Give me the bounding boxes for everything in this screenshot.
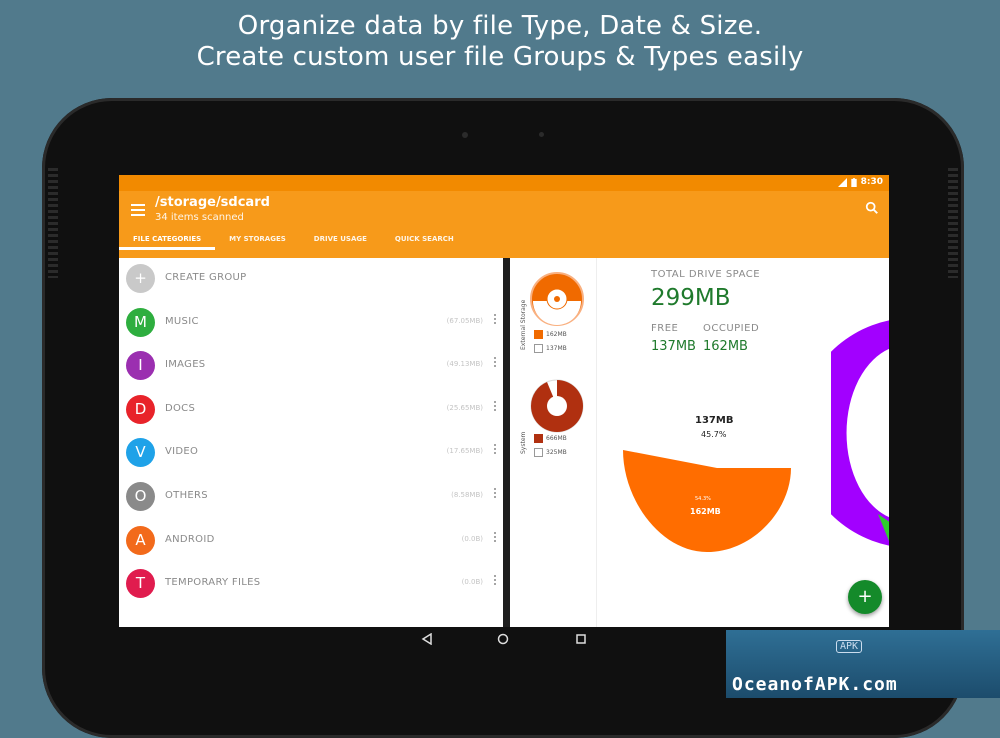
category-size: (49.13MB) — [446, 360, 483, 369]
back-nav-icon[interactable] — [421, 633, 433, 645]
storage-label-system: System — [520, 431, 527, 454]
category-size: (0.0B) — [461, 578, 483, 587]
category-label: CREATE GROUP — [165, 272, 247, 283]
system-storage-donut[interactable] — [529, 378, 585, 434]
category-row[interactable]: M MUSIC (67.05MB) — [119, 302, 503, 345]
category-label: ANDROID — [165, 533, 215, 545]
system-used-legend: 666MB — [534, 434, 567, 443]
category-row[interactable]: O OTHERS (8.58MB) — [119, 476, 503, 519]
pane-divider[interactable] — [503, 258, 510, 627]
category-row[interactable]: I IMAGES (49.13MB) — [119, 345, 503, 388]
external-free-legend: 137MB — [534, 344, 567, 353]
left-speaker-grille — [48, 168, 58, 278]
used-slice-percent: 54.3% — [695, 496, 711, 502]
more-options-icon[interactable] — [493, 531, 497, 546]
toolbar-subtitle: 34 items scanned — [155, 212, 244, 223]
more-options-icon[interactable] — [493, 444, 497, 458]
tab-my-storages[interactable]: MY STORAGES — [215, 233, 300, 247]
category-label: DOCS — [165, 402, 196, 414]
more-options-icon[interactable] — [493, 400, 497, 415]
category-label: IMAGES — [165, 359, 206, 371]
front-camera — [462, 132, 468, 138]
category-avatar: M — [126, 307, 155, 337]
watermark-badge: APK — [836, 640, 863, 653]
tab-row: FILE CATEGORIES MY STORAGES DRIVE USAGE … — [119, 233, 468, 250]
category-size: (8.58MB) — [451, 491, 483, 499]
category-label: VIDEO — [165, 446, 199, 458]
occupied-value: 162MB — [703, 339, 748, 354]
add-fab-button[interactable]: + — [848, 580, 882, 614]
category-row[interactable]: D DOCS (25.65MB) — [119, 389, 503, 432]
signal-icon — [837, 177, 847, 187]
more-options-icon[interactable] — [493, 488, 497, 502]
occupied-label: OCCUPIED — [703, 323, 760, 334]
system-free-legend: 325MB — [534, 448, 567, 457]
category-list: + CREATE GROUP M MUSIC (67.05MB) I IMAGES (49.1… — [119, 258, 503, 627]
right-speaker-grille — [948, 168, 958, 278]
light-sensor — [539, 132, 544, 137]
battery-icon — [850, 177, 857, 187]
category-avatar: D — [126, 394, 155, 424]
tab-file-categories[interactable]: FILE CATEGORIES — [119, 233, 216, 250]
category-avatar: V — [126, 438, 155, 468]
used-swatch — [534, 330, 543, 339]
storage-thumbnail-column: External Storage 162MB 137MB System 666M… — [510, 258, 597, 627]
home-nav-icon[interactable] — [497, 633, 509, 645]
category-size: (25.65MB) — [446, 403, 483, 412]
used-slice-value: 162MB — [690, 507, 721, 516]
hamburger-menu-icon[interactable] — [131, 204, 145, 216]
drive-usage-pane: External Storage 162MB 137MB System 666M… — [510, 258, 889, 627]
toolbar-title: /storage/sdcard — [155, 195, 270, 210]
tab-quick-search[interactable]: QUICK SEARCH — [381, 233, 468, 247]
watermark-text: OceanofAPK.com — [732, 674, 898, 695]
status-time: 8:30 — [860, 177, 883, 187]
status-bar: 8:30 — [119, 175, 889, 191]
category-size: (17.65MB) — [446, 447, 483, 456]
total-drive-space-value: 299MB — [651, 285, 731, 311]
category-row[interactable]: V VIDEO (17.65MB) — [119, 432, 503, 475]
external-used-legend: 162MB — [534, 330, 567, 339]
category-size: (0.0B) — [461, 534, 483, 543]
category-row[interactable]: A ANDROID (0.0B) — [119, 520, 503, 563]
create-group-row[interactable]: + CREATE GROUP — [119, 258, 503, 301]
used-swatch — [534, 434, 543, 443]
category-label: TEMPORARY FILES — [165, 577, 261, 589]
total-drive-space-label: TOTAL DRIVE SPACE — [651, 269, 761, 280]
free-swatch — [534, 344, 543, 353]
more-options-icon[interactable] — [493, 357, 497, 371]
more-options-icon[interactable] — [493, 313, 497, 328]
storage-label-external: External Storage — [520, 299, 527, 350]
free-label: FREE — [651, 323, 679, 334]
free-slice-value: 137MB — [695, 415, 734, 426]
free-swatch — [534, 448, 543, 457]
category-avatar: T — [126, 569, 155, 599]
category-avatar: I — [126, 351, 155, 381]
recents-nav-icon[interactable] — [575, 633, 587, 645]
category-avatar: A — [126, 525, 155, 555]
app-screen: 8:30 /storage/sdcard 34 items scanned FI… — [119, 175, 889, 627]
category-row[interactable]: T TEMPORARY FILES (0.0B) — [119, 563, 503, 606]
category-label: OTHERS — [165, 490, 208, 501]
free-value: 137MB — [651, 339, 696, 354]
search-icon[interactable] — [865, 201, 879, 215]
category-label: MUSIC — [165, 315, 199, 327]
category-avatar: O — [126, 482, 155, 511]
more-options-icon[interactable] — [493, 575, 497, 589]
file-type-ring-chart[interactable] — [831, 318, 889, 548]
category-avatar: + — [126, 264, 155, 293]
ring-slice-label: psd — [850, 411, 865, 420]
tab-drive-usage[interactable]: DRIVE USAGE — [300, 233, 381, 247]
headline-line-1: Organize data by file Type, Date & Size. — [237, 11, 763, 41]
headline-line-2: Create custom user file Groups & Types e… — [196, 42, 804, 72]
category-size: (67.05MB) — [446, 316, 483, 325]
external-storage-donut[interactable] — [529, 271, 585, 327]
